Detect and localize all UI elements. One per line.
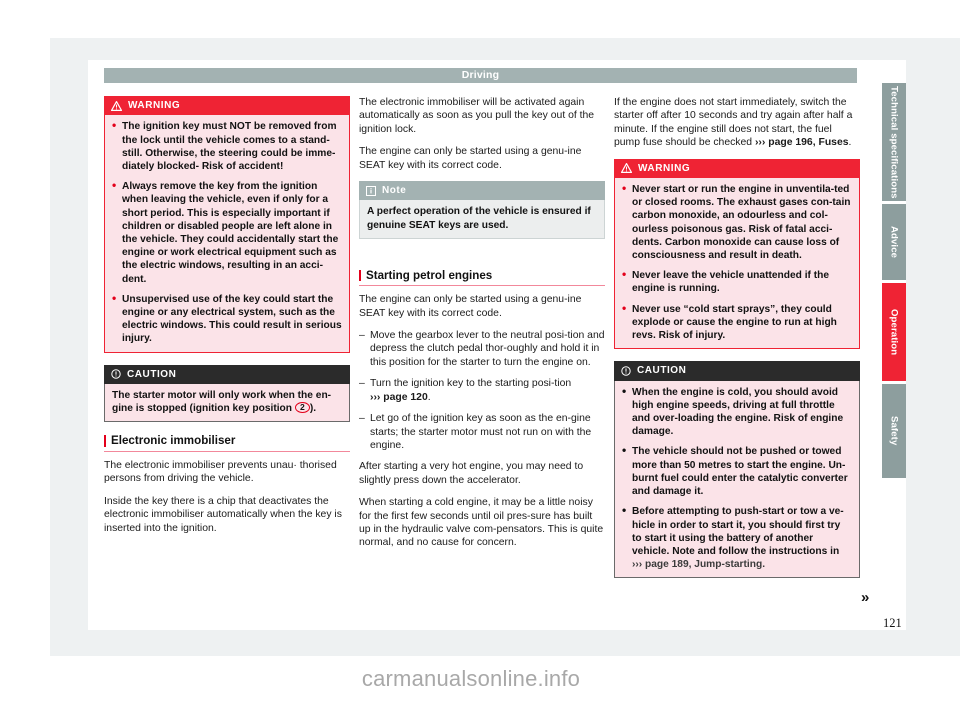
body-paragraph: After starting a very hot engine, you ma… <box>359 461 584 486</box>
procedure-step: Let go of the ignition key as soon as th… <box>359 412 605 452</box>
watermark: carmanualsonline.info <box>361 666 581 691</box>
tab-advice[interactable]: Advice <box>882 204 906 280</box>
info-icon <box>366 185 376 196</box>
warning-bullet: Never leave the vehicle unattended if th… <box>622 268 852 295</box>
caution-text: The starter motor will only work when th… <box>112 389 342 415</box>
warning-box-header: WARNING <box>104 96 350 116</box>
note-box-header: Note <box>359 181 605 201</box>
caution-box-header: CAUTION <box>614 361 860 381</box>
procedure-step-tail: . <box>427 391 431 403</box>
caution-bullet-text: Before attempting to push-start or tow a… <box>632 506 844 557</box>
warning-bullet: The ignition key must NOT be removed fro… <box>112 119 342 173</box>
tab-label: Advice <box>888 225 900 259</box>
page-number: 121 <box>883 616 902 630</box>
caution-bullet: The vehicle should not be pushed or towe… <box>622 444 852 498</box>
procedure-step: Turn the ignition key to the starting po… <box>359 377 605 404</box>
cross-reference-link[interactable]: ››› page 196, Fuses <box>755 137 849 148</box>
intro-text-after: . <box>848 137 852 149</box>
caution-text-after: ). <box>309 403 317 415</box>
cross-reference-link[interactable]: ››› page 120 <box>370 392 428 403</box>
column-middle: The electronic immobiliser will be activ… <box>359 96 605 559</box>
warning-bullet: Unsupervised use of the key could start … <box>112 292 342 346</box>
column-right: If the engine does not start immediately… <box>614 96 860 590</box>
cross-reference-link[interactable]: ››› page 189, Jump-starting. <box>632 559 765 570</box>
caution-box-label: CAUTION <box>637 365 687 377</box>
note-box-genuine-keys: Note A perfect operation of the vehicle … <box>359 181 605 239</box>
procedure-step: Move the gearbox lever to the neutral po… <box>359 329 605 369</box>
tab-label: Safety <box>888 416 900 446</box>
warning-bullet: Always remove the key from the ignition … <box>112 179 342 286</box>
section-tab-rail: Technical specifications Advice Operatio… <box>882 83 906 481</box>
caution-bullet: Before attempting to push-start or tow a… <box>622 504 852 571</box>
continued-marker-icon: » <box>861 589 869 606</box>
exclamation-circle-icon <box>621 366 631 376</box>
caution-box-starter-motor: CAUTION The starter motor will only work… <box>104 364 350 423</box>
warning-triangle-icon <box>111 100 122 111</box>
page-root: Driving WARNING The ignition key must NO… <box>0 0 960 708</box>
warning-box-header: WARNING <box>614 158 860 179</box>
warning-box-label: WARNING <box>638 162 691 174</box>
caution-box-label: CAUTION <box>127 368 177 380</box>
running-header: Driving <box>104 68 857 83</box>
ignition-key-position-badge: 2 <box>294 402 310 414</box>
body-paragraph: When starting a cold engine, it may be a… <box>359 497 604 549</box>
tab-label: Technical specifications <box>888 85 900 199</box>
warning-bullet: Never start or run the engine in unventi… <box>622 182 852 262</box>
caution-box-body: The starter motor will only work when th… <box>104 384 350 423</box>
caution-bullet: When the engine is cold, you should avoi… <box>622 385 852 439</box>
warning-triangle-icon <box>621 163 632 174</box>
tab-technical-specifications[interactable]: Technical specifications <box>882 83 906 201</box>
warning-box-ignition-key: WARNING The ignition key must NOT be rem… <box>104 96 350 353</box>
warning-box-body: Never start or run the engine in unventi… <box>614 178 860 350</box>
body-paragraph: If the engine does not start immediately… <box>614 96 860 150</box>
body-paragraph: The engine can only be started using a g… <box>359 294 582 319</box>
exclamation-circle-icon <box>111 369 121 380</box>
warning-box-label: WARNING <box>128 100 181 111</box>
body-paragraph: Inside the key there is a chip that deac… <box>104 495 342 534</box>
body-paragraph: The electronic immobiliser will be activ… <box>359 97 595 135</box>
column-left: WARNING The ignition key must NOT be rem… <box>104 96 350 544</box>
note-box-body: A perfect operation of the vehicle is en… <box>359 200 605 239</box>
section-heading-electronic-immobiliser: Electronic immobiliser <box>104 434 350 452</box>
caution-box-header: CAUTION <box>104 364 350 385</box>
tab-operation[interactable]: Operation <box>882 283 906 381</box>
section-heading-starting-petrol-engines: Starting petrol engines <box>359 269 605 287</box>
tab-safety[interactable]: Safety <box>882 384 906 478</box>
note-box-label: Note <box>382 185 407 197</box>
caution-box-body: When the engine is cold, you should avoi… <box>614 380 860 579</box>
warning-bullet: Never use “cold start sprays”, they coul… <box>622 302 852 343</box>
body-paragraph: The engine can only be started using a g… <box>359 146 582 171</box>
caution-box-cold-engine: CAUTION When the engine is cold, you sho… <box>614 361 860 579</box>
procedure-step-text: Turn the ignition key to the starting po… <box>370 378 572 390</box>
warning-box-body: The ignition key must NOT be removed fro… <box>104 115 350 353</box>
tab-label: Operation <box>888 308 900 356</box>
note-text: A perfect operation of the vehicle is en… <box>367 206 591 231</box>
warning-box-engine-running: WARNING Never start or run the engine in… <box>614 158 860 350</box>
body-paragraph: The electronic immobiliser prevents unau… <box>104 459 337 485</box>
